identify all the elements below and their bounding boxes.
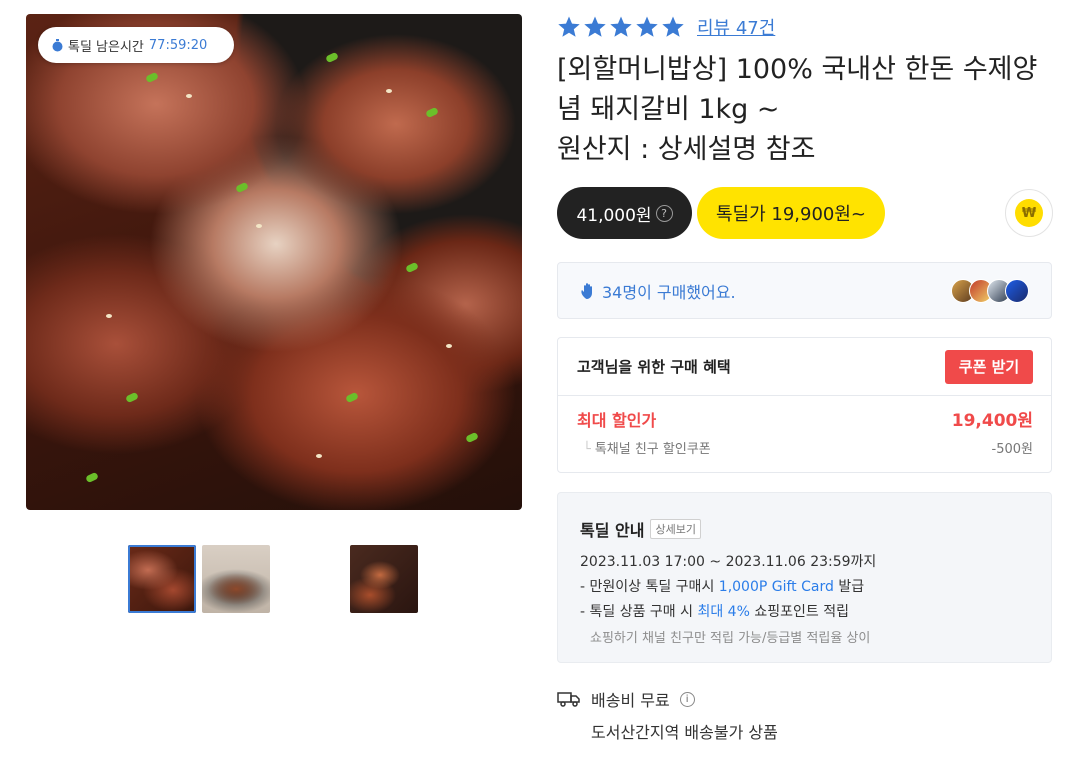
deal-detail-button[interactable]: 상세보기 <box>650 519 701 539</box>
coupon-detail-label: 톡채널 친구 할인쿠폰 <box>594 442 711 457</box>
thumbnail-1[interactable] <box>128 545 196 613</box>
scallion-garnish <box>465 431 479 444</box>
product-main-image <box>26 14 522 510</box>
deal-info-box: 톡딜 안내 상세보기 2023.11.03 17:00 ~ 2023.11.06… <box>557 492 1052 663</box>
won-coin-icon: ₩ <box>1015 199 1043 227</box>
timer-label: 톡딜 남은시간 <box>68 39 144 55</box>
scallion-garnish <box>145 71 159 84</box>
scallion-garnish <box>85 471 99 484</box>
star-icon <box>662 16 684 37</box>
timer-value: 77:59:20 <box>148 37 208 53</box>
scallion-garnish <box>345 391 359 404</box>
max-discount-price: 19,400원 <box>951 411 1033 431</box>
thumbnail-2[interactable] <box>202 545 270 613</box>
star-icon <box>558 16 580 37</box>
star-icon <box>610 16 632 37</box>
original-price-button[interactable]: 41,000원 ? <box>557 187 692 239</box>
scallion-garnish <box>235 181 249 194</box>
avatar <box>1005 278 1029 303</box>
benefit-body: 최대 할인가 19,400원 └ 톡채널 친구 할인쿠폰 -500원 <box>558 396 1051 458</box>
kakaopay-button[interactable]: ₩ <box>1005 189 1053 237</box>
original-price: 41,000원 <box>576 205 652 226</box>
rating-stars <box>557 15 685 39</box>
product-title: [외할머니밥상] 100% 국내산 한돈 수제양념 돼지갈비 1kg ~ 원산지… <box>557 54 1038 165</box>
purchase-benefit-box: 고객님을 위한 구매 혜택 쿠폰 받기 최대 할인가 19,400원 └ 톡채널 … <box>557 337 1052 473</box>
timer-icon <box>52 38 63 51</box>
scallion-garnish <box>425 106 439 119</box>
deal-price: 톡딜가 19,900원~ <box>715 204 867 225</box>
gift-card-line: - 만원이상 톡딜 구매시 1,000P Gift Card 발급 <box>580 576 1029 596</box>
coupon-detail-row: └ 톡채널 친구 할인쿠폰 -500원 <box>577 438 1033 457</box>
gift-card-text-b: 발급 <box>833 579 865 595</box>
sesame-seed <box>386 89 392 93</box>
thumbnail-3[interactable] <box>350 545 418 613</box>
point-text-a: - 톡딜 상품 구매 시 <box>580 604 698 620</box>
gift-card-highlight: 1,000P Gift Card <box>718 579 834 595</box>
buyers-banner: 34명이 구매했어요. <box>557 262 1052 319</box>
benefit-title: 고객님을 위한 구매 혜택 <box>577 358 731 376</box>
corner-mark: └ <box>583 442 591 457</box>
point-highlight: 최대 4% <box>697 604 750 620</box>
scallion-garnish <box>405 261 419 274</box>
star-icon <box>636 16 658 37</box>
review-count-link[interactable]: 리뷰 47건 <box>697 14 775 40</box>
shipping-fee-label: 배송비 무료 <box>591 691 670 710</box>
deal-timer-badge: 톡딜 남은시간 77:59:20 <box>38 27 234 63</box>
rating-row: 리뷰 47건 <box>557 14 775 40</box>
shipping-restriction: 도서산간지역 배송불가 상품 <box>591 723 778 742</box>
point-line: - 톡딜 상품 구매 시 최대 4% 쇼핑포인트 적립 <box>580 601 1029 621</box>
question-icon: ? <box>655 204 673 222</box>
price-row: 41,000원 ? 톡딜가 19,900원~ ₩ <box>557 187 1053 239</box>
coupon-detail-label-wrap: └ 톡채널 친구 할인쿠폰 <box>577 438 711 457</box>
deal-info-title: 톡딜 안내 <box>580 521 645 540</box>
get-coupon-button[interactable]: 쿠폰 받기 <box>945 349 1033 384</box>
sesame-seed <box>256 224 262 228</box>
waving-hand-icon <box>581 282 592 299</box>
sesame-seed <box>186 94 192 98</box>
sesame-seed <box>316 454 322 458</box>
star-icon <box>584 16 606 37</box>
shipping-row: 배송비 무료 i <box>557 687 1052 711</box>
coupon-detail-value: -500원 <box>991 442 1033 457</box>
scallion-garnish <box>125 391 139 404</box>
max-discount-label: 최대 할인가 <box>577 410 657 430</box>
buyer-avatars <box>951 278 1029 303</box>
scallion-garnish <box>325 51 339 64</box>
shipping-info: 배송비 무료 i 도서산간지역 배송불가 상품 <box>557 687 1052 743</box>
gift-card-text-a: - 만원이상 톡딜 구매시 <box>580 579 719 595</box>
truck-icon <box>557 692 580 707</box>
deal-price-button[interactable]: 톡딜가 19,900원~ <box>697 187 885 239</box>
sesame-seed <box>106 314 112 318</box>
point-text-b: 쇼핑포인트 적립 <box>749 604 849 620</box>
buyers-count-text: 34명이 구매했어요. <box>602 282 736 302</box>
deal-period: 2023.11.03 17:00 ~ 2023.11.06 23:59까지 <box>580 554 877 570</box>
max-discount-row: 최대 할인가 19,400원 <box>577 406 1033 432</box>
benefit-header: 고객님을 위한 구매 혜택 쿠폰 받기 <box>558 338 1051 396</box>
sesame-seed <box>446 344 452 348</box>
info-icon[interactable]: i <box>679 691 695 707</box>
deal-note: 쇼핑하기 채널 친구만 적립 가능/등급별 적립율 상이 <box>590 631 871 646</box>
deal-info-header: 톡딜 안내 상세보기 <box>580 517 1029 541</box>
